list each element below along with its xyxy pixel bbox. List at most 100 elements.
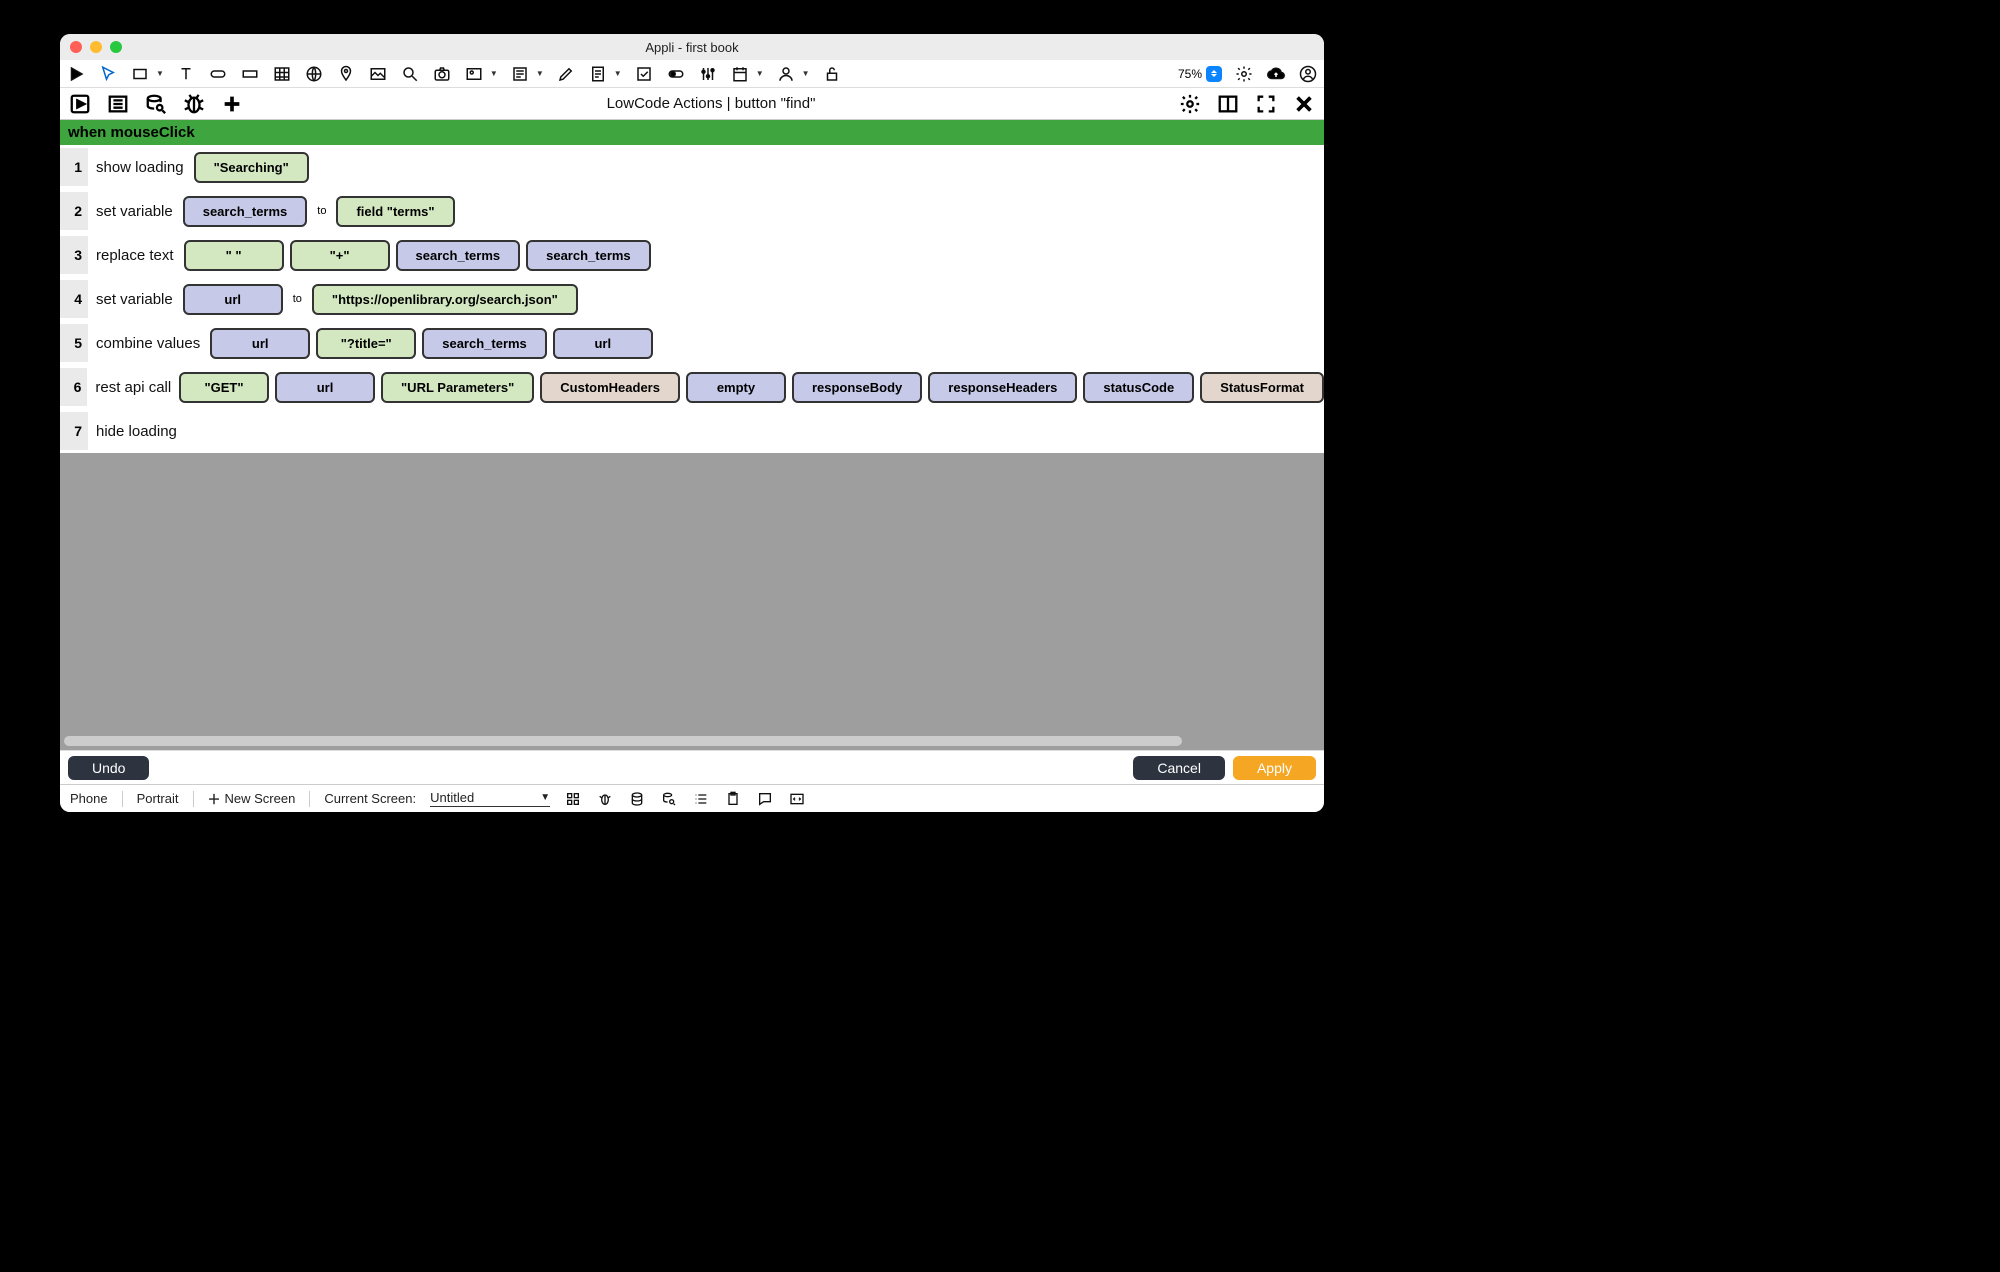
horizontal-scrollbar[interactable] [64, 736, 1320, 746]
token-param[interactable]: CustomHeaders [540, 372, 680, 403]
cloud-upload-icon[interactable] [1266, 64, 1286, 84]
line-number: 1 [60, 148, 88, 186]
line-number: 7 [60, 412, 88, 450]
token-variable[interactable]: search_terms [422, 328, 547, 359]
current-screen-select[interactable]: Untitled ▼ [430, 790, 550, 807]
action-row[interactable]: 4 set variable url to "https://openlibra… [60, 277, 1324, 321]
sub-toolbar: LowCode Actions | button "find" [60, 88, 1324, 120]
token-variable[interactable]: search_terms [396, 240, 521, 271]
token-literal[interactable]: "URL Parameters" [381, 372, 534, 403]
dropdown-caret-icon[interactable]: ▼ [614, 69, 622, 78]
database-icon[interactable] [628, 790, 646, 808]
lock-icon[interactable] [822, 64, 842, 84]
table-tool-icon[interactable] [272, 64, 292, 84]
action-row[interactable]: 2 set variable search_terms to field "te… [60, 189, 1324, 233]
account-icon[interactable] [1298, 64, 1318, 84]
action-row[interactable]: 1 show loading "Searching" [60, 145, 1324, 189]
clipboard-icon[interactable] [724, 790, 742, 808]
play-icon[interactable] [66, 64, 86, 84]
keyword-to: to [289, 293, 306, 305]
bug-icon[interactable] [182, 92, 206, 116]
current-screen-label: Current Screen: [324, 791, 416, 806]
database-search-icon[interactable] [660, 790, 678, 808]
scrollbar-thumb[interactable] [64, 736, 1182, 746]
action-row[interactable]: 6 rest api call "GET" url "URL Parameter… [60, 365, 1324, 409]
token-variable[interactable]: empty [686, 372, 786, 403]
action-footer: Undo Cancel Apply [60, 750, 1324, 784]
zoom-stepper-icon[interactable] [1206, 66, 1222, 82]
dropdown-caret-icon[interactable]: ▼ [490, 69, 498, 78]
button-tool-icon[interactable] [208, 64, 228, 84]
edit-icon[interactable] [556, 64, 576, 84]
search-icon[interactable] [400, 64, 420, 84]
token-param[interactable]: StatusFormat [1200, 372, 1324, 403]
token-variable[interactable]: statusCode [1083, 372, 1194, 403]
token-literal[interactable]: "Searching" [194, 152, 309, 183]
divider [309, 791, 310, 807]
list-icon[interactable] [692, 790, 710, 808]
rectangle-tool-icon[interactable] [130, 64, 150, 84]
action-row[interactable]: 3 replace text " " "+" search_terms sear… [60, 233, 1324, 277]
orientation-label[interactable]: Portrait [137, 791, 179, 806]
text-tool-icon[interactable] [176, 64, 196, 84]
token-literal[interactable]: " " [184, 240, 284, 271]
sliders-icon[interactable] [698, 64, 718, 84]
fullscreen-icon[interactable] [1254, 92, 1278, 116]
field-tool-icon[interactable] [240, 64, 260, 84]
split-view-icon[interactable] [1216, 92, 1240, 116]
bug-icon[interactable] [596, 790, 614, 808]
token-literal[interactable]: field "terms" [336, 196, 454, 227]
toggle-icon[interactable] [666, 64, 686, 84]
calendar-icon[interactable] [730, 64, 750, 84]
token-literal[interactable]: "https://openlibrary.org/search.json" [312, 284, 578, 315]
pointer-icon[interactable] [98, 64, 118, 84]
action-row[interactable]: 5 combine values url "?title=" search_te… [60, 321, 1324, 365]
pin-icon[interactable] [336, 64, 356, 84]
form-icon[interactable] [510, 64, 530, 84]
token-variable[interactable]: search_terms [183, 196, 308, 227]
gallery-icon[interactable] [464, 64, 484, 84]
code-icon[interactable] [788, 790, 806, 808]
cancel-button[interactable]: Cancel [1133, 756, 1225, 780]
token-literal[interactable]: "GET" [179, 372, 269, 403]
token-variable[interactable]: url [183, 284, 283, 315]
new-screen-button[interactable]: ＋ New Screen [208, 789, 296, 808]
apply-button[interactable]: Apply [1233, 756, 1316, 780]
line-number: 5 [60, 324, 88, 362]
image-icon[interactable] [368, 64, 388, 84]
camera-icon[interactable] [432, 64, 452, 84]
settings-gear-icon[interactable] [1178, 92, 1202, 116]
token-literal[interactable]: "+" [290, 240, 390, 271]
person-icon[interactable] [776, 64, 796, 84]
zoom-control[interactable]: 75% [1178, 66, 1222, 82]
database-search-icon[interactable] [144, 92, 168, 116]
action-row[interactable]: 7 hide loading [60, 409, 1324, 453]
device-label[interactable]: Phone [70, 791, 108, 806]
dropdown-caret-icon[interactable]: ▼ [536, 69, 544, 78]
token-variable[interactable]: url [210, 328, 310, 359]
token-variable[interactable]: responseBody [792, 372, 922, 403]
close-icon[interactable] [1292, 92, 1316, 116]
token-variable[interactable]: url [275, 372, 375, 403]
chat-icon[interactable] [756, 790, 774, 808]
globe-icon[interactable] [304, 64, 324, 84]
list-icon[interactable] [106, 92, 130, 116]
checkbox-icon[interactable] [634, 64, 654, 84]
dropdown-caret-icon[interactable]: ▼ [802, 69, 810, 78]
token-variable[interactable]: search_terms [526, 240, 651, 271]
action-label: set variable [88, 203, 183, 220]
line-number: 6 [60, 368, 87, 406]
token-variable[interactable]: responseHeaders [928, 372, 1077, 403]
undo-button[interactable]: Undo [68, 756, 149, 780]
play-box-icon[interactable] [68, 92, 92, 116]
document-icon[interactable] [588, 64, 608, 84]
subtoolbar-title: LowCode Actions | button "find" [607, 95, 816, 112]
trigger-bar[interactable]: when mouseClick [60, 120, 1324, 145]
token-literal[interactable]: "?title=" [316, 328, 416, 359]
dropdown-caret-icon[interactable]: ▼ [156, 69, 164, 78]
gear-icon[interactable] [1234, 64, 1254, 84]
plus-icon[interactable] [220, 92, 244, 116]
token-variable[interactable]: url [553, 328, 653, 359]
dropdown-caret-icon[interactable]: ▼ [756, 69, 764, 78]
grid-icon[interactable] [564, 790, 582, 808]
